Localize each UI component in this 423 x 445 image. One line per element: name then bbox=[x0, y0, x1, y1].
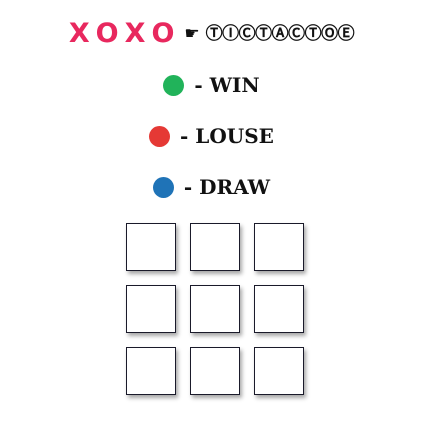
board-cell[interactable] bbox=[254, 285, 304, 333]
legend-lose: - LOUSE bbox=[0, 121, 423, 151]
game-title: X O X O ☛ ⓉⒾⒸⓉⒶⒸⓉⓄⒺ bbox=[0, 18, 423, 50]
legend-win-label: - WIN bbox=[194, 73, 260, 97]
board-cell[interactable] bbox=[190, 347, 240, 395]
x-mark-icon: X bbox=[68, 18, 90, 49]
board-cell[interactable] bbox=[254, 223, 304, 271]
title-text: ⓉⒾⒸⓉⒶⒸⓉⓄⒺ bbox=[205, 24, 355, 44]
x-mark-icon: X bbox=[124, 18, 146, 49]
board-cell[interactable] bbox=[126, 347, 176, 395]
legend-lose-label: - LOUSE bbox=[180, 124, 274, 148]
pointing-hand-icon: ☛ bbox=[184, 24, 200, 44]
lose-dot-icon bbox=[149, 125, 171, 147]
board-cell[interactable] bbox=[126, 223, 176, 271]
legend-win: - WIN bbox=[0, 70, 423, 100]
o-mark-icon: O bbox=[95, 18, 119, 49]
board-cell[interactable] bbox=[254, 347, 304, 395]
legend-draw: - DRAW bbox=[0, 172, 423, 202]
game-board bbox=[126, 223, 304, 399]
board-cell[interactable] bbox=[190, 285, 240, 333]
legend-draw-label: - DRAW bbox=[183, 175, 271, 199]
board-cell[interactable] bbox=[126, 285, 176, 333]
board-cell[interactable] bbox=[190, 223, 240, 271]
win-dot-icon bbox=[163, 74, 185, 96]
o-mark-icon: O bbox=[151, 18, 175, 49]
draw-dot-icon bbox=[152, 176, 174, 198]
